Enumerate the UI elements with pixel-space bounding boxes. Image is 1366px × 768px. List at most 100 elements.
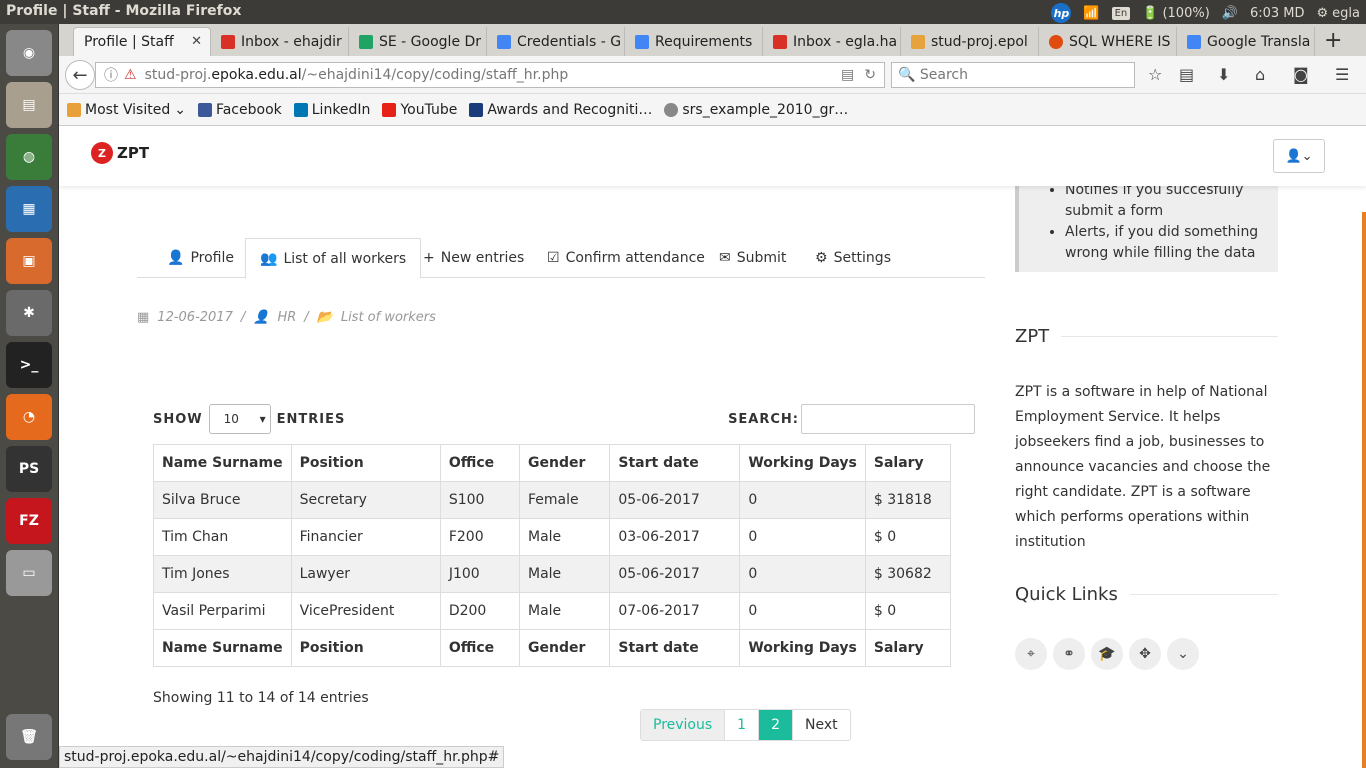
bookmark-star-icon[interactable]: ☆	[1148, 65, 1162, 84]
page-2-button[interactable]: 2	[759, 710, 794, 740]
search-icon: 🔍	[898, 67, 916, 83]
breadcrumb-role[interactable]: HR	[277, 310, 296, 325]
chrome-icon[interactable]: ◍	[6, 134, 52, 180]
chevron-down-icon: ⌄	[1301, 148, 1313, 164]
search-input[interactable]: 🔍 Search	[891, 62, 1135, 88]
back-button[interactable]: ←	[65, 60, 95, 90]
tab-label: Submit	[736, 250, 787, 266]
volume-icon[interactable]: 🔊	[1222, 6, 1238, 21]
download-icon[interactable]: ⬇	[1217, 65, 1230, 84]
cell: $ 0	[864, 592, 952, 630]
about-text: ZPT is a software in help of National Em…	[1015, 384, 1271, 550]
hp-icon[interactable]: hp	[1051, 3, 1072, 23]
table-row: Vasil Perparimi VicePresident D200 Male 07-0…	[153, 592, 952, 630]
col-name[interactable]: Name Surname	[153, 444, 292, 482]
col-office[interactable]: Office	[439, 444, 520, 482]
next-button[interactable]: Next	[793, 710, 850, 740]
firefox-icon[interactable]: ◔	[6, 394, 52, 440]
col-gender[interactable]: Gender	[518, 444, 611, 482]
translate-icon	[1187, 34, 1201, 49]
map-marker-icon[interactable]: ⌖	[1015, 638, 1047, 670]
tab-profile[interactable]: 👤 Profile	[167, 238, 234, 278]
tab-list-of-all-workers[interactable]: 👥 List of all workers	[245, 238, 422, 279]
bookmark-srs-example[interactable]: srs_example_2010_gr…	[664, 102, 848, 118]
col-position[interactable]: Position	[290, 444, 441, 482]
trash-icon[interactable]: 🗑	[6, 714, 52, 760]
show-label: SHOW	[153, 411, 203, 427]
bookmark-most-visited[interactable]: Most Visited ⌄	[67, 102, 186, 118]
keyboard-layout[interactable]: En	[1111, 6, 1131, 20]
chevron-circle-down-icon[interactable]: ⌄	[1167, 638, 1199, 670]
tab-label: Confirm attendance	[565, 250, 705, 266]
tab-inbox-ehajdir[interactable]: Inbox - ehajdir	[211, 27, 349, 56]
reader-view-icon[interactable]: ▤	[841, 67, 854, 83]
reading-list-icon[interactable]: ▤	[1179, 65, 1194, 84]
settings-icon[interactable]: ✱	[6, 290, 52, 336]
col-working-days[interactable]: Working Days	[739, 444, 866, 482]
info-icon[interactable]: ⓘ	[104, 65, 118, 85]
tab-inbox-egla[interactable]: Inbox - egla.ha	[763, 27, 901, 56]
tab-label: Profile | Staff	[84, 34, 174, 50]
search-placeholder: Search	[919, 67, 968, 83]
tab-stud-proj[interactable]: stud-proj.epol	[901, 27, 1039, 56]
folder-open-icon: 📂	[316, 310, 333, 325]
site-logo[interactable]: Z ZPT	[91, 142, 149, 164]
puzzle-icon[interactable]: ✥	[1129, 638, 1161, 670]
tab-sql-where[interactable]: SQL WHERE IS	[1039, 27, 1177, 56]
col-salary[interactable]: Salary	[864, 444, 952, 482]
tab-new-entries[interactable]: + New entries	[423, 238, 524, 278]
tab-profile-staff[interactable]: Profile | Staff ✕	[73, 27, 211, 56]
filezilla-icon[interactable]: FZ	[6, 498, 52, 544]
cell: Tim Jones	[153, 555, 292, 593]
graduation-cap-icon[interactable]: 🎓	[1091, 638, 1123, 670]
drive-icon[interactable]: ▭	[6, 550, 52, 596]
files-icon[interactable]: ▤	[6, 82, 52, 128]
reload-icon[interactable]: ↻	[864, 67, 876, 83]
tab-google-translate[interactable]: Google Transla	[1177, 27, 1315, 56]
cell: Vasil Perparimi	[153, 592, 292, 630]
zpt-logo-icon: Z	[91, 142, 113, 164]
tab-submit[interactable]: ✉ Submit	[719, 238, 786, 278]
bookmark-linkedin[interactable]: LinkedIn	[293, 102, 370, 118]
menu-icon[interactable]: ☰	[1335, 65, 1349, 84]
clock[interactable]: 6:03 MD	[1250, 6, 1305, 21]
bookmark-facebook[interactable]: Facebook	[197, 102, 282, 118]
home-icon[interactable]: ⌂	[1255, 65, 1265, 84]
close-icon[interactable]: ✕	[191, 34, 202, 49]
tab-se-google-drive[interactable]: SE - Google Dr	[349, 27, 487, 56]
link-icon[interactable]: ⚭	[1053, 638, 1085, 670]
user-menu[interactable]: ⚙ egla	[1317, 6, 1360, 21]
page-1-button[interactable]: 1	[725, 710, 760, 740]
ubuntu-dash-icon[interactable]: ◉	[6, 30, 52, 76]
impress-icon[interactable]: ▣	[6, 238, 52, 284]
tab-label: Profile	[190, 250, 234, 266]
table-search-input[interactable]	[801, 404, 975, 434]
page-scrollbar[interactable]	[1362, 212, 1366, 768]
writer-icon[interactable]: ▦	[6, 186, 52, 232]
system-top-panel: Profile | Staff - Mozilla Firefox hp 📶 E…	[0, 0, 1366, 24]
bookmark-awards[interactable]: Awards and Recogniti…	[469, 102, 652, 118]
url-bar[interactable]: ⓘ ⚠ stud-proj. epoka.edu.al/~ehajdini14/c…	[95, 62, 885, 88]
quick-links-heading: Quick Links	[1015, 584, 1278, 605]
tab-confirm-attendance[interactable]: ☑ Confirm attendance	[547, 238, 705, 278]
tab-requirements[interactable]: Requirements	[625, 27, 763, 56]
bookmark-youtube[interactable]: YouTube	[382, 102, 457, 118]
entries-select[interactable]: 10 ▾	[208, 404, 271, 434]
bookmark-label: Awards and Recogniti…	[487, 101, 653, 118]
tab-settings[interactable]: ⚙ Settings	[815, 238, 891, 278]
terminal-icon[interactable]: >_	[6, 342, 52, 388]
previous-button[interactable]: Previous	[641, 710, 726, 740]
wifi-icon[interactable]: 📶	[1083, 6, 1099, 21]
system-tray: hp 📶 En 🔋 (100%) 🔊 6:03 MD ⚙ egla	[1051, 3, 1360, 23]
tab-label: Credentials - G	[517, 33, 622, 50]
col-start-date[interactable]: Start date	[609, 444, 741, 482]
tab-credentials[interactable]: Credentials - G	[487, 27, 625, 56]
col-name: Name Surname	[153, 629, 292, 667]
pocket-icon[interactable]: ◙	[1293, 65, 1309, 84]
breadcrumb-section[interactable]: List of workers	[341, 310, 436, 325]
battery-indicator[interactable]: 🔋 (100%)	[1142, 6, 1210, 21]
phpstorm-icon[interactable]: PS	[6, 446, 52, 492]
new-tab-button[interactable]: +	[1324, 28, 1342, 53]
youtube-icon	[382, 102, 397, 117]
user-dropdown-button[interactable]: 👤 ⌄	[1273, 139, 1325, 173]
